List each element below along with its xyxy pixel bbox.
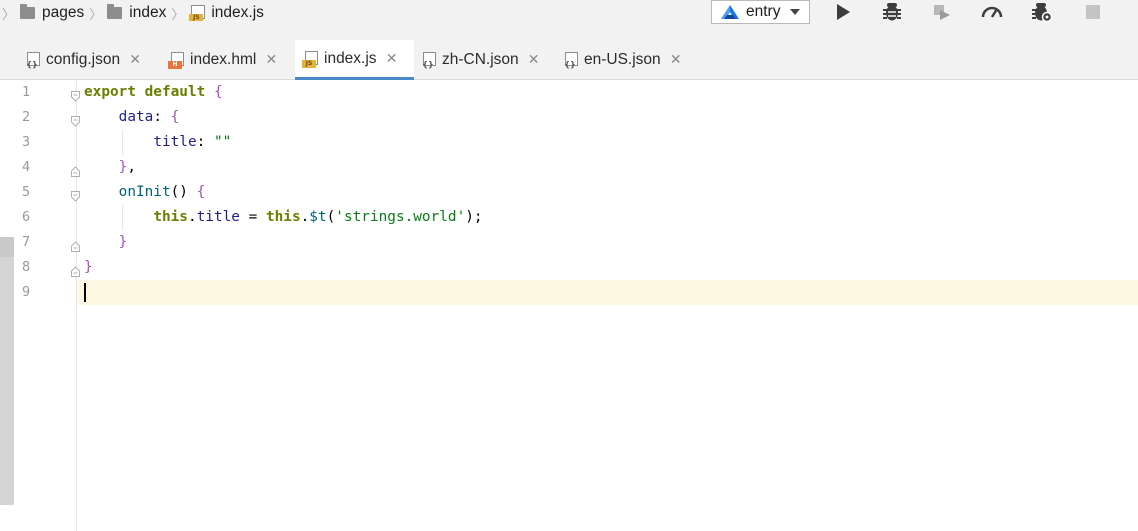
line-number: 5 <box>22 184 31 200</box>
breadcrumb-separator: 〉 <box>171 6 185 22</box>
close-icon[interactable]: ✕ <box>669 51 683 68</box>
breadcrumb-label: index.js <box>211 4 264 21</box>
debug-settings-icon[interactable] <box>1031 2 1053 22</box>
code-text: this.title = this.$t('strings.world'); <box>153 209 483 225</box>
attach-debugger-icon[interactable] <box>931 2 953 22</box>
code-line: 4 }, <box>0 155 1138 180</box>
js-file-icon: JS <box>302 50 318 68</box>
tab-zh-cn-json[interactable]: {} zh-CN.json ✕ <box>420 40 541 79</box>
tab-index-js[interactable]: JS index.js ✕ <box>295 40 414 80</box>
code-text: data: { <box>118 109 180 125</box>
fold-end-icon[interactable] <box>71 236 80 252</box>
folder-icon <box>107 4 123 19</box>
code-text: }, <box>118 159 136 175</box>
code-text: export default { <box>84 84 223 100</box>
breadcrumb-label: pages <box>42 4 85 21</box>
fold-icon[interactable] <box>71 111 80 127</box>
breadcrumb-separator: 〉 <box>89 6 103 22</box>
tab-label: en-US.json <box>584 50 661 68</box>
line-number: 1 <box>22 84 31 100</box>
code-line: 1 export default { <box>0 80 1138 105</box>
code-text: } <box>84 259 93 275</box>
code-line: 2 data: { <box>0 105 1138 130</box>
tab-label: zh-CN.json <box>442 50 519 68</box>
line-number: 2 <box>22 109 31 125</box>
run-configuration-label: entry <box>746 3 781 20</box>
code-line: 6 this.title = this.$t('strings.world'); <box>0 205 1138 230</box>
code-line: 8 } <box>0 255 1138 280</box>
navigation-toolbar: 〉 pages 〉 index 〉 JS index.js entry <box>0 0 1138 32</box>
code-text: title: "" <box>153 134 232 150</box>
folder-icon <box>20 4 36 19</box>
code-editor[interactable]: 1 export default { 2 data: { 3 title: ""… <box>0 80 1138 531</box>
line-number: 7 <box>22 234 31 250</box>
run-icon[interactable] <box>832 2 854 22</box>
json-file-icon: {} <box>24 51 40 69</box>
text-cursor <box>84 283 86 302</box>
tab-config-json[interactable]: {} config.json ✕ <box>24 40 142 79</box>
run-configuration-dropdown[interactable]: entry <box>711 0 810 24</box>
editor-tab-bar: {} config.json ✕ H index.hml ✕ JS index.… <box>0 32 1138 80</box>
line-number: 3 <box>22 134 31 150</box>
breadcrumb-item-index-js[interactable]: JS index.js <box>189 4 264 22</box>
breadcrumb: 〉 pages 〉 index 〉 JS index.js <box>0 0 264 26</box>
close-icon[interactable]: ✕ <box>264 51 278 68</box>
tab-label: config.json <box>46 50 121 68</box>
json-file-icon: {} <box>562 51 578 69</box>
profiler-icon[interactable] <box>981 2 1003 22</box>
fold-end-icon[interactable] <box>71 161 80 177</box>
code-text: } <box>118 234 128 250</box>
code-line: 5 onInit() { <box>0 180 1138 205</box>
line-number: 9 <box>22 284 31 300</box>
js-file-icon: JS <box>189 5 206 21</box>
code-text: onInit() { <box>118 184 206 200</box>
json-file-icon: {} <box>420 51 436 69</box>
module-icon <box>720 4 740 20</box>
close-icon[interactable]: ✕ <box>385 50 399 67</box>
fold-end-icon[interactable] <box>71 261 80 277</box>
breadcrumb-separator: 〉 <box>2 6 16 22</box>
code-line[interactable]: 9 <box>0 280 1138 305</box>
tab-en-us-json[interactable]: {} en-US.json ✕ <box>562 40 683 79</box>
tab-label: index.js <box>324 49 377 67</box>
tab-index-hml[interactable]: H index.hml ✕ <box>168 40 278 79</box>
breadcrumb-label: index <box>129 4 167 21</box>
line-number: 8 <box>22 259 31 275</box>
fold-icon[interactable] <box>71 186 80 202</box>
line-number: 4 <box>22 159 31 175</box>
stop-icon[interactable] <box>1082 2 1104 22</box>
code-line: 3 title: "" <box>0 130 1138 155</box>
close-icon[interactable]: ✕ <box>128 51 142 68</box>
close-icon[interactable]: ✕ <box>527 51 541 68</box>
fold-icon[interactable] <box>71 86 80 102</box>
tab-label: index.hml <box>190 50 257 68</box>
hml-file-icon: H <box>168 51 184 69</box>
line-number: 6 <box>22 209 31 225</box>
breadcrumb-item-pages[interactable]: pages <box>20 4 84 22</box>
breadcrumb-item-index[interactable]: index <box>107 4 166 22</box>
chevron-down-icon <box>790 9 801 15</box>
code-line: 7 } <box>0 230 1138 255</box>
debug-icon[interactable] <box>881 2 903 22</box>
